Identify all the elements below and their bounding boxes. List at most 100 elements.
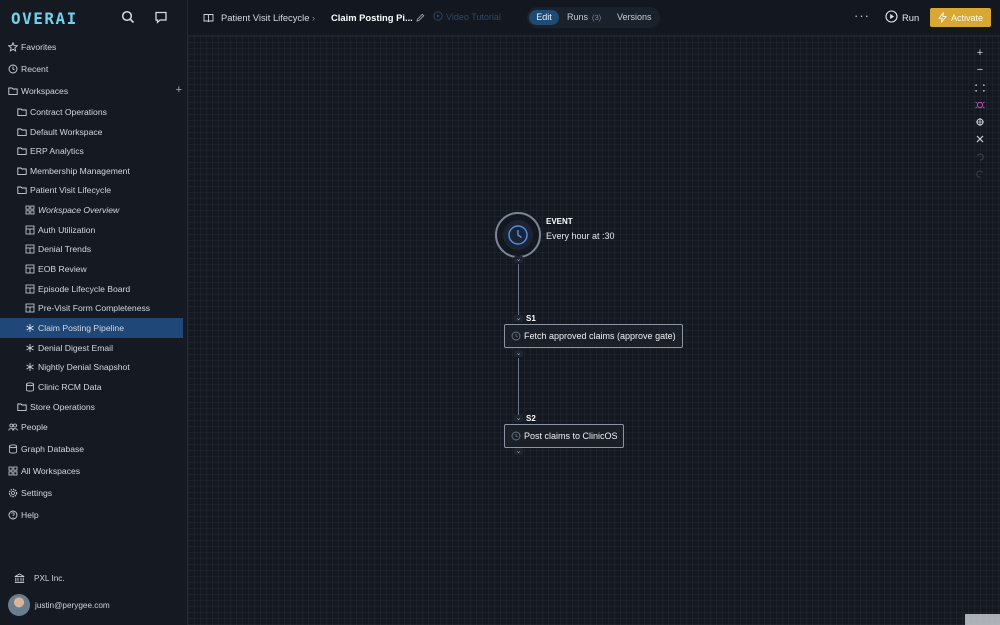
debug-icon[interactable] bbox=[971, 98, 989, 112]
sidebar-item-label: Workspaces bbox=[21, 86, 69, 96]
video-tutorial-link[interactable]: Video Tutorial bbox=[433, 11, 501, 22]
dashboard-icon bbox=[25, 225, 35, 235]
workspace-label: Store Operations bbox=[30, 401, 95, 412]
logo-row: OVERAI bbox=[0, 0, 188, 36]
sidebar-nav: Favorites Recent Workspaces + Contract O… bbox=[0, 36, 188, 526]
workspace-label: Contract Operations bbox=[30, 107, 107, 117]
sidebar-item-label: Recent bbox=[21, 64, 49, 74]
child-denial-digest-email[interactable]: Denial Digest Email bbox=[0, 338, 188, 358]
grid-icon bbox=[25, 205, 35, 215]
breadcrumb-parent[interactable]: Patient Visit Lifecycle bbox=[221, 12, 309, 23]
zoom-in-icon[interactable]: + bbox=[971, 46, 989, 60]
workspace-contract-operations[interactable]: Contract Operations bbox=[0, 102, 188, 122]
add-workspace-icon[interactable]: + bbox=[176, 84, 182, 96]
chevron-down-icon[interactable]: ⌄ bbox=[514, 448, 523, 455]
sidebar-item-label: People bbox=[21, 422, 48, 433]
child-workspace-overview[interactable]: Workspace Overview bbox=[0, 200, 188, 220]
minimap-corner bbox=[965, 614, 1000, 625]
gear-icon bbox=[8, 489, 18, 498]
sidebar: OVERAI Favorites Recent Workspaces + Con… bbox=[0, 0, 188, 625]
fit-view-icon[interactable] bbox=[971, 81, 989, 95]
child-pre-visit-form-completeness[interactable]: Pre-Visit Form Completeness bbox=[0, 298, 188, 318]
sidebar-item-people[interactable]: People bbox=[0, 416, 188, 438]
chevron-down-icon[interactable]: ⌄ bbox=[514, 315, 523, 322]
user-email: justin@perygee.com bbox=[35, 601, 110, 610]
activate-label: Activate bbox=[951, 13, 984, 23]
runs-count-badge: (3) bbox=[592, 13, 602, 22]
target-icon[interactable] bbox=[971, 115, 989, 129]
sidebar-item-settings[interactable]: Settings bbox=[0, 482, 188, 504]
sidebar-item-recent[interactable]: Recent bbox=[0, 58, 188, 80]
event-description: Every hour at :30 bbox=[546, 231, 615, 241]
flow-icon bbox=[26, 343, 34, 352]
tools-icon[interactable] bbox=[971, 132, 989, 146]
child-label: Auth Utilization bbox=[38, 224, 96, 235]
org-name: PXL Inc. bbox=[34, 574, 65, 583]
folder-icon bbox=[17, 128, 27, 136]
workspace-store-operations[interactable]: Store Operations bbox=[0, 397, 188, 417]
flow-icon bbox=[26, 363, 34, 372]
bank-icon bbox=[14, 573, 25, 584]
breadcrumb-separator-icon: › bbox=[312, 12, 316, 23]
workspace-patient-visit-lifecycle[interactable]: Patient Visit Lifecycle bbox=[0, 180, 188, 200]
tab-edit[interactable]: Edit bbox=[529, 10, 559, 25]
sidebar-item-graph-database[interactable]: Graph Database bbox=[0, 438, 188, 460]
sidebar-item-all-workspaces[interactable]: All Workspaces bbox=[0, 460, 188, 482]
app-logo[interactable]: OVERAI bbox=[11, 9, 78, 28]
play-circle-icon bbox=[433, 11, 443, 21]
step-node[interactable]: Fetch approved claims (approve gate) bbox=[504, 324, 683, 348]
run-button[interactable]: Run bbox=[885, 10, 919, 25]
zoom-out-icon[interactable]: − bbox=[971, 63, 989, 77]
child-label: Denial Digest Email bbox=[38, 342, 113, 353]
tab-versions[interactable]: Versions bbox=[617, 10, 652, 25]
step-label: Fetch approved claims (approve gate) bbox=[524, 331, 676, 341]
book-icon bbox=[203, 14, 214, 23]
child-label: Nightly Denial Snapshot bbox=[38, 362, 130, 373]
sidebar-item-help[interactable]: Help bbox=[0, 504, 188, 526]
breadcrumb-current[interactable]: Claim Posting Pi... bbox=[331, 12, 413, 23]
workspace-default[interactable]: Default Workspace bbox=[0, 122, 188, 142]
tab-runs[interactable]: Runs (3) bbox=[567, 10, 601, 25]
sidebar-item-label: Settings bbox=[21, 488, 53, 499]
undo-icon[interactable] bbox=[971, 150, 989, 164]
event-title: EVENT bbox=[546, 217, 573, 226]
user-profile[interactable]: justin@perygee.com bbox=[8, 594, 110, 616]
chat-icon[interactable] bbox=[154, 10, 168, 24]
avatar[interactable] bbox=[8, 594, 30, 616]
edit-pencil-icon[interactable] bbox=[416, 13, 425, 22]
folder-icon bbox=[17, 403, 27, 411]
sidebar-item-favorites[interactable]: Favorites bbox=[0, 36, 188, 58]
child-label: Workspace Overview bbox=[38, 204, 120, 215]
mode-tabs: Edit Runs (3) Versions bbox=[527, 7, 660, 28]
grid-icon bbox=[8, 467, 18, 476]
activate-button[interactable]: Activate bbox=[930, 8, 991, 27]
workspace-membership-management[interactable]: Membership Management bbox=[0, 161, 188, 181]
child-episode-lifecycle-board[interactable]: Episode Lifecycle Board bbox=[0, 279, 188, 299]
workflow-canvas[interactable]: + − EVENT Every hour at :30 ⌄ ⌄ S1 Fetch… bbox=[188, 36, 1000, 625]
step-id: S1 bbox=[526, 314, 536, 323]
workspace-erp-analytics[interactable]: ERP Analytics bbox=[0, 141, 188, 161]
folder-icon bbox=[17, 167, 27, 175]
event-trigger-node[interactable] bbox=[495, 212, 541, 258]
chevron-down-icon[interactable]: ⌄ bbox=[514, 256, 523, 263]
sidebar-item-label: Help bbox=[21, 510, 39, 521]
chevron-down-icon[interactable]: ⌄ bbox=[514, 415, 523, 422]
child-denial-trends[interactable]: Denial Trends bbox=[0, 239, 188, 259]
redo-icon[interactable] bbox=[971, 167, 989, 181]
child-claim-posting-pipeline[interactable]: Claim Posting Pipeline bbox=[0, 318, 183, 338]
more-menu-icon[interactable]: ··· bbox=[854, 8, 870, 23]
sidebar-item-label: Favorites bbox=[21, 42, 57, 52]
flow-icon bbox=[26, 324, 34, 333]
child-auth-utilization[interactable]: Auth Utilization bbox=[0, 220, 188, 240]
workspace-label: ERP Analytics bbox=[30, 146, 84, 157]
child-nightly-denial-snapshot[interactable]: Nightly Denial Snapshot bbox=[0, 357, 188, 377]
child-label: Episode Lifecycle Board bbox=[38, 283, 131, 294]
org-switcher[interactable]: PXL Inc. bbox=[14, 573, 65, 586]
sidebar-item-workspaces[interactable]: Workspaces + bbox=[0, 80, 188, 102]
step-node[interactable]: Post claims to ClinicOS bbox=[504, 424, 624, 448]
child-clinic-rcm-data[interactable]: Clinic RCM Data bbox=[0, 377, 188, 397]
search-icon[interactable] bbox=[121, 10, 135, 24]
chevron-down-icon[interactable]: ⌄ bbox=[514, 350, 523, 357]
child-eob-review[interactable]: EOB Review bbox=[0, 259, 188, 279]
sidebar-item-label: All Workspaces bbox=[21, 466, 81, 477]
